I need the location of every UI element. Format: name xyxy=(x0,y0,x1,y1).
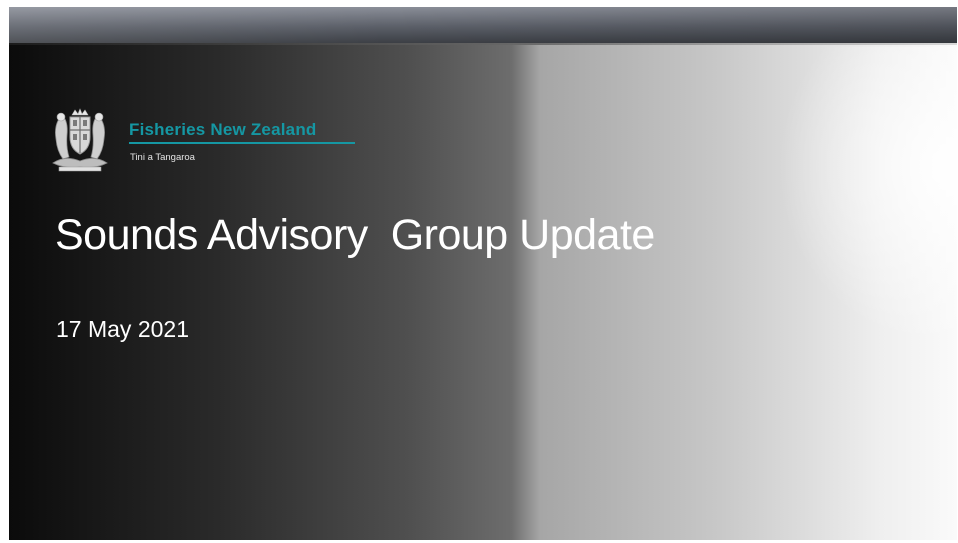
slide-date: 17 May 2021 xyxy=(56,316,189,342)
organization-name-underline xyxy=(129,142,355,144)
organization-subtitle: Tini a Tangaroa xyxy=(130,152,195,163)
header-divider xyxy=(9,43,957,45)
organization-logo: Fisheries New Zealand Tini a Tangaroa xyxy=(45,107,375,177)
nz-coat-of-arms-icon xyxy=(52,108,108,172)
header-band xyxy=(9,7,957,43)
title-slide: Fisheries New Zealand Tini a Tangaroa So… xyxy=(9,7,957,540)
background-highlight xyxy=(777,47,957,347)
slide-title: Sounds Advisory Group Update xyxy=(55,211,655,259)
organization-name: Fisheries New Zealand xyxy=(129,120,317,139)
